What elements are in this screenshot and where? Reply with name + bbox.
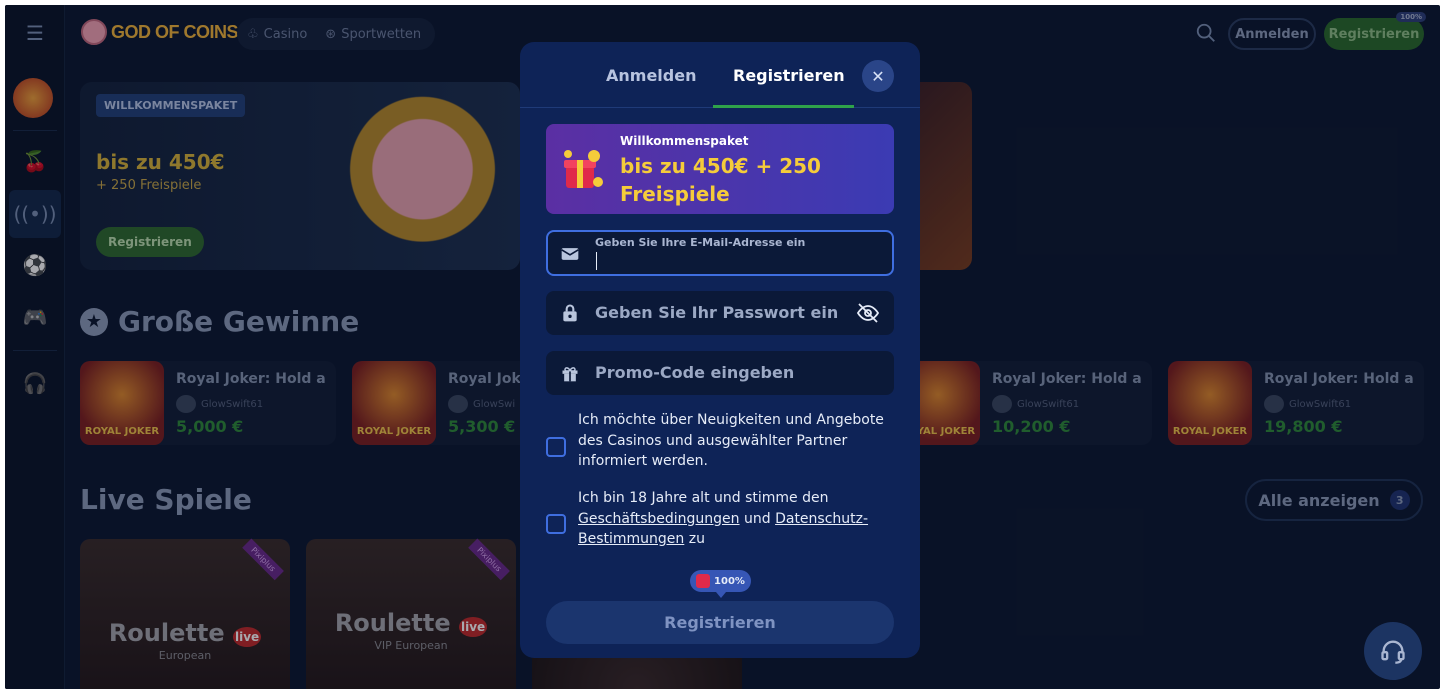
active-tab-indicator	[713, 105, 854, 108]
bonus-tooltip: 100%	[690, 570, 751, 598]
promo-code-placeholder: Promo-Code eingeben	[595, 363, 795, 382]
app-window: ☰ 🍒 ((•)) ⚽ 🎮 🎧 GOD OF COINS ♧ Casino ⊛ Sp…	[5, 5, 1440, 689]
lock-icon	[563, 304, 577, 322]
gift-icon	[564, 150, 603, 188]
password-field[interactable]: Geben Sie Ihr Passwort ein	[546, 291, 894, 335]
gift-icon	[562, 367, 578, 382]
tab-register[interactable]: Registrieren	[733, 66, 845, 85]
welcome-promo-card: Willkommenspaket bis zu 450€ + 250 Freis…	[546, 124, 894, 214]
register-modal: Anmelden Registrieren ✕ Willkommenspaket…	[520, 42, 920, 658]
age-terms-and: und	[743, 510, 771, 527]
age-terms-suffix: zu	[688, 531, 705, 547]
headset-icon	[1381, 640, 1405, 664]
envelope-icon	[561, 248, 579, 260]
news-consent-text: Ich möchte über Neuigkeiten und Angebote…	[578, 412, 884, 469]
email-field[interactable]: Geben Sie Ihre E-Mail-Adresse ein	[546, 230, 894, 276]
modal-tabs: Anmelden Registrieren ✕	[520, 42, 920, 108]
age-terms-checkbox[interactable]	[546, 514, 566, 534]
promo-value: bis zu 450€ + 250 Freispiele	[620, 154, 821, 206]
terms-link[interactable]: Geschäftsbedingungen	[578, 511, 740, 527]
gift-icon	[696, 574, 711, 588]
text-caret	[596, 252, 597, 270]
tab-login[interactable]: Anmelden	[606, 66, 696, 85]
promo-title: Willkommenspaket	[620, 134, 749, 148]
bonus-tooltip-text: 100%	[714, 575, 745, 587]
register-submit-button[interactable]: Registrieren	[546, 601, 894, 644]
email-field-label: Geben Sie Ihre E-Mail-Adresse ein	[595, 236, 806, 249]
age-terms-text: Ich bin 18 Jahre alt und stimme den Gesc…	[578, 488, 898, 550]
password-placeholder: Geben Sie Ihr Passwort ein	[595, 303, 839, 322]
age-terms-prefix: Ich bin 18 Jahre alt und stimme den	[578, 490, 829, 506]
promo-code-field[interactable]: Promo-Code eingeben	[546, 351, 894, 395]
close-icon[interactable]: ✕	[862, 60, 894, 92]
news-consent-checkbox[interactable]	[546, 437, 566, 457]
support-chat-button[interactable]	[1364, 622, 1422, 680]
eye-off-icon[interactable]	[856, 301, 880, 325]
